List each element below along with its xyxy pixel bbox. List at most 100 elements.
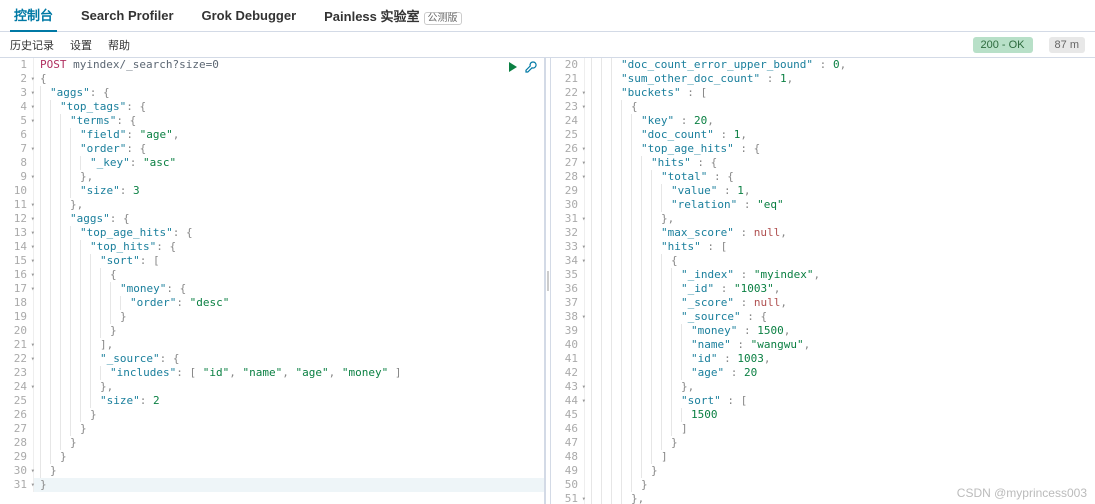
line-number: 33 xyxy=(551,240,585,254)
line-number: 22 xyxy=(0,352,34,366)
code-line[interactable]: 37"_score" : null, xyxy=(551,296,1095,310)
code-line[interactable]: 19} xyxy=(0,310,544,324)
line-number: 44 xyxy=(551,394,585,408)
response-viewer[interactable]: 20"doc_count_error_upper_bound" : 0,21"s… xyxy=(551,58,1095,504)
line-number: 12 xyxy=(0,212,34,226)
code-line[interactable]: 27"hits" : { xyxy=(551,156,1095,170)
code-line[interactable]: 11}, xyxy=(0,198,544,212)
line-number: 29 xyxy=(551,184,585,198)
wrench-icon[interactable] xyxy=(524,60,538,74)
code-line[interactable]: 30"relation" : "eq" xyxy=(551,198,1095,212)
code-line[interactable]: 35"_index" : "myindex", xyxy=(551,268,1095,282)
code-line[interactable]: 7"order": { xyxy=(0,142,544,156)
code-line[interactable]: 25"size": 2 xyxy=(0,394,544,408)
code-line[interactable]: 23"includes": [ "id", "name", "age", "mo… xyxy=(0,366,544,380)
code-line[interactable]: 46] xyxy=(551,422,1095,436)
line-number: 45 xyxy=(551,408,585,422)
line-number: 8 xyxy=(0,156,34,170)
line-number: 25 xyxy=(551,128,585,142)
line-number: 2 xyxy=(0,72,34,86)
code-line[interactable]: 36"_id" : "1003", xyxy=(551,282,1095,296)
status-badge: 200 - OK xyxy=(973,37,1033,53)
tab-painless-实验室[interactable]: Painless 实验室公测版 xyxy=(320,0,465,31)
code-line[interactable]: 18"order": "desc" xyxy=(0,296,544,310)
history-link[interactable]: 历史记录 xyxy=(10,37,54,53)
code-line[interactable]: 28"total" : { xyxy=(551,170,1095,184)
line-number: 19 xyxy=(0,310,34,324)
line-number: 31 xyxy=(0,478,34,492)
line-number: 4 xyxy=(0,100,34,114)
tab-search-profiler[interactable]: Search Profiler xyxy=(77,2,178,29)
code-line[interactable]: 9}, xyxy=(0,170,544,184)
line-number: 16 xyxy=(0,268,34,282)
code-line[interactable]: 14"top_hits": { xyxy=(0,240,544,254)
code-line[interactable]: 17"money": { xyxy=(0,282,544,296)
code-line[interactable]: 4"top_tags": { xyxy=(0,100,544,114)
code-line[interactable]: 5"terms": { xyxy=(0,114,544,128)
line-number: 43 xyxy=(551,380,585,394)
code-line[interactable]: 43}, xyxy=(551,380,1095,394)
code-line[interactable]: 29} xyxy=(0,450,544,464)
code-line[interactable]: 25"doc_count" : 1, xyxy=(551,128,1095,142)
play-icon[interactable] xyxy=(506,60,520,74)
line-number: 20 xyxy=(551,58,585,72)
code-line[interactable]: 49} xyxy=(551,464,1095,478)
code-line[interactable]: 31} xyxy=(0,478,544,492)
code-line[interactable]: 12"aggs": { xyxy=(0,212,544,226)
code-line[interactable]: 20"doc_count_error_upper_bound" : 0, xyxy=(551,58,1095,72)
code-line[interactable]: 27} xyxy=(0,422,544,436)
tab-grok-debugger[interactable]: Grok Debugger xyxy=(198,2,301,29)
code-line[interactable]: 1POST myindex/_search?size=0 xyxy=(0,58,544,72)
line-number: 35 xyxy=(551,268,585,282)
line-number: 42 xyxy=(551,366,585,380)
code-line[interactable]: 48] xyxy=(551,450,1095,464)
code-line[interactable]: 10"size": 3 xyxy=(0,184,544,198)
code-line[interactable]: 22"buckets" : [ xyxy=(551,86,1095,100)
line-number: 34 xyxy=(551,254,585,268)
code-line[interactable]: 13"top_age_hits": { xyxy=(0,226,544,240)
code-line[interactable]: 8"_key": "asc" xyxy=(0,156,544,170)
line-number: 13 xyxy=(0,226,34,240)
code-line[interactable]: 38"_source" : { xyxy=(551,310,1095,324)
code-line[interactable]: 20} xyxy=(0,324,544,338)
code-line[interactable]: 21], xyxy=(0,338,544,352)
code-line[interactable]: 44"sort" : [ xyxy=(551,394,1095,408)
code-line[interactable]: 451500 xyxy=(551,408,1095,422)
code-line[interactable]: 31}, xyxy=(551,212,1095,226)
code-line[interactable]: 39"money" : 1500, xyxy=(551,324,1095,338)
code-line[interactable]: 6"field": "age", xyxy=(0,128,544,142)
line-number: 27 xyxy=(0,422,34,436)
code-line[interactable]: 23{ xyxy=(551,100,1095,114)
code-line[interactable]: 29"value" : 1, xyxy=(551,184,1095,198)
code-line[interactable]: 42"age" : 20 xyxy=(551,366,1095,380)
code-line[interactable]: 41"id" : 1003, xyxy=(551,352,1095,366)
tab-控制台[interactable]: 控制台 xyxy=(10,0,57,32)
code-line[interactable]: 16{ xyxy=(0,268,544,282)
code-line[interactable]: 28} xyxy=(0,436,544,450)
line-number: 24 xyxy=(0,380,34,394)
code-line[interactable]: 2{ xyxy=(0,72,544,86)
code-line[interactable]: 15"sort": [ xyxy=(0,254,544,268)
help-link[interactable]: 帮助 xyxy=(108,37,130,53)
code-line[interactable]: 32"max_score" : null, xyxy=(551,226,1095,240)
code-line[interactable]: 21"sum_other_doc_count" : 1, xyxy=(551,72,1095,86)
toolbar: 历史记录 设置 帮助 200 - OK 87 m xyxy=(0,32,1095,58)
line-number: 5 xyxy=(0,114,34,128)
code-line[interactable]: 26"top_age_hits" : { xyxy=(551,142,1095,156)
request-editor[interactable]: 1POST myindex/_search?size=02{3"aggs": {… xyxy=(0,58,545,504)
code-line[interactable]: 34{ xyxy=(551,254,1095,268)
code-line[interactable]: 40"name" : "wangwu", xyxy=(551,338,1095,352)
line-number: 41 xyxy=(551,352,585,366)
code-line[interactable]: 33"hits" : [ xyxy=(551,240,1095,254)
code-line[interactable]: 24"key" : 20, xyxy=(551,114,1095,128)
code-line[interactable]: 30} xyxy=(0,464,544,478)
line-number: 49 xyxy=(551,464,585,478)
line-number: 6 xyxy=(0,128,34,142)
code-line[interactable]: 22"_source": { xyxy=(0,352,544,366)
code-line[interactable]: 47} xyxy=(551,436,1095,450)
code-line[interactable]: 3"aggs": { xyxy=(0,86,544,100)
settings-link[interactable]: 设置 xyxy=(70,37,92,53)
watermark: CSDN @myprincess003 xyxy=(957,486,1087,500)
code-line[interactable]: 24}, xyxy=(0,380,544,394)
code-line[interactable]: 26} xyxy=(0,408,544,422)
